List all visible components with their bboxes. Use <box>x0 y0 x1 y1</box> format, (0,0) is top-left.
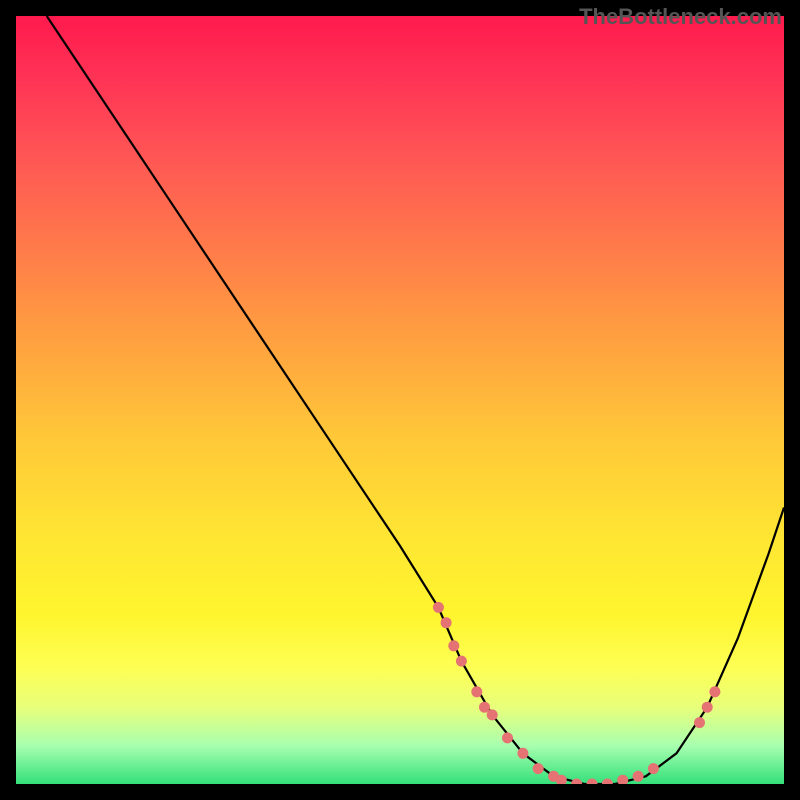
chart-plot-area <box>16 16 784 784</box>
chart-marker <box>702 702 713 713</box>
chart-markers <box>433 602 721 784</box>
chart-marker <box>587 779 598 785</box>
chart-marker <box>448 640 459 651</box>
chart-marker <box>602 779 613 785</box>
chart-marker <box>648 763 659 774</box>
chart-marker <box>487 709 498 720</box>
chart-marker <box>633 771 644 782</box>
bottleneck-curve-line <box>47 16 784 784</box>
chart-marker <box>456 656 467 667</box>
chart-marker <box>709 686 720 697</box>
chart-marker <box>517 748 528 759</box>
chart-svg <box>16 16 784 784</box>
chart-marker <box>694 717 705 728</box>
chart-marker <box>471 686 482 697</box>
chart-marker <box>617 775 628 784</box>
watermark-text: TheBottleneck.com <box>579 4 782 30</box>
chart-marker <box>441 617 452 628</box>
chart-marker <box>571 779 582 785</box>
chart-marker <box>502 732 513 743</box>
chart-marker <box>433 602 444 613</box>
chart-marker <box>533 763 544 774</box>
